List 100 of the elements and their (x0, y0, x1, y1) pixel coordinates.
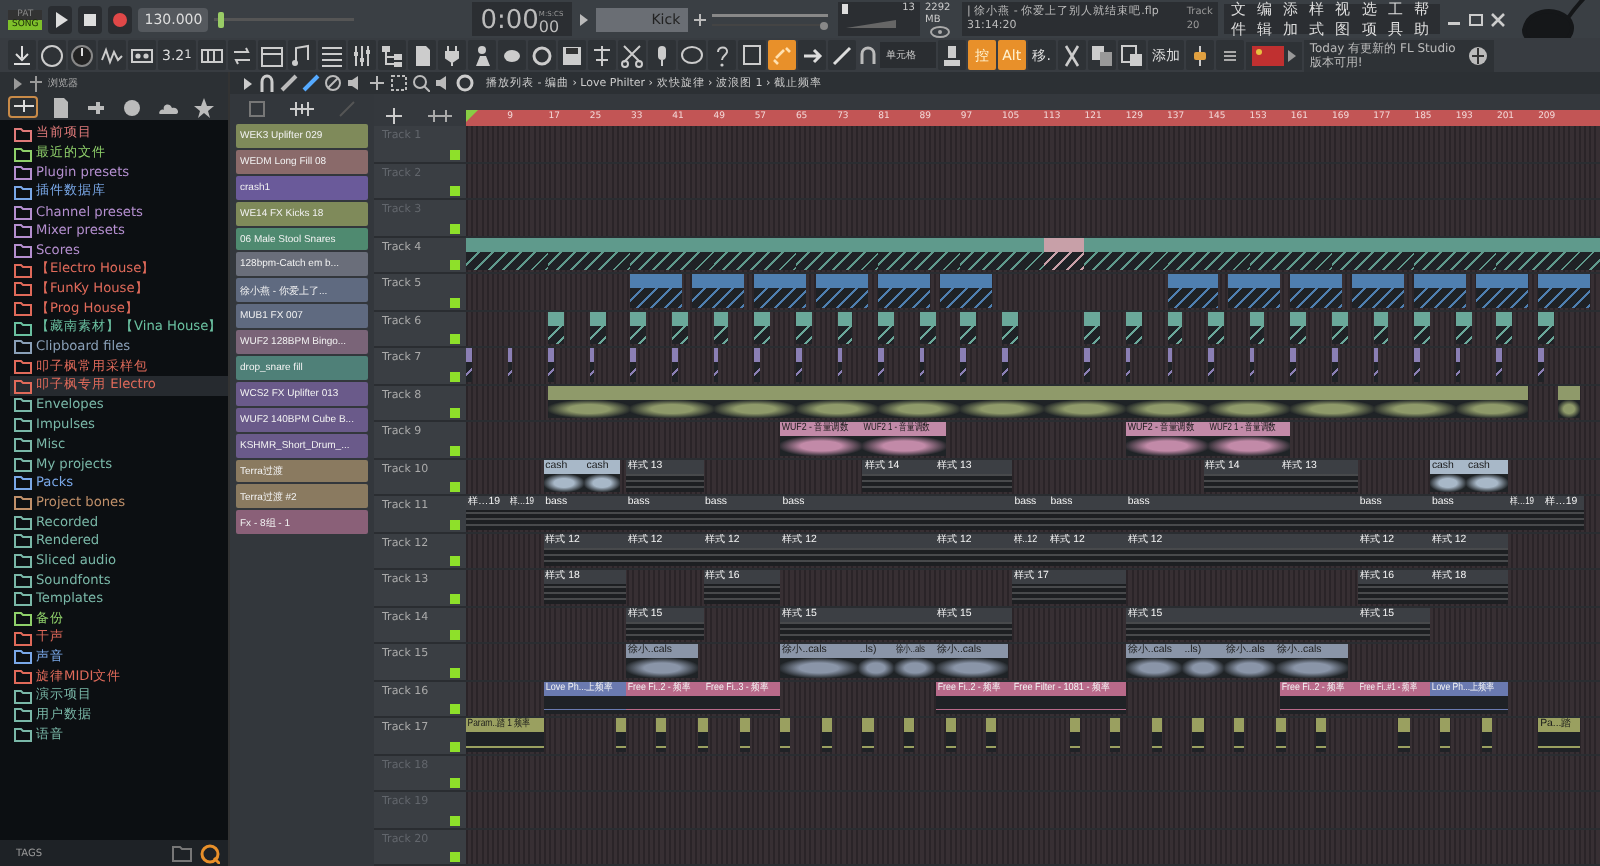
mute-icon[interactable] (324, 74, 342, 92)
led-icon[interactable] (450, 297, 460, 307)
playlist-clip[interactable] (1316, 718, 1327, 751)
led-icon[interactable] (450, 593, 460, 603)
playlist-clip[interactable] (548, 348, 554, 381)
led-icon[interactable] (450, 149, 460, 159)
playlist-clip[interactable] (630, 311, 647, 344)
selection-icon[interactable] (390, 74, 408, 92)
playlist-clip[interactable] (1249, 311, 1265, 344)
playlist-clip[interactable] (1002, 348, 1008, 381)
playlist-clip[interactable] (630, 348, 637, 381)
download-icon[interactable] (10, 43, 34, 67)
playlist-clip[interactable] (1043, 237, 1085, 270)
playlist-clip[interactable] (1290, 385, 1374, 418)
slider-icon[interactable] (214, 7, 355, 31)
playlist-clip[interactable] (1496, 311, 1513, 344)
led-icon[interactable] (450, 741, 460, 751)
playlist-clip[interactable] (1002, 311, 1018, 344)
note-icon[interactable] (289, 43, 314, 67)
close-icon[interactable] (1490, 11, 1506, 27)
playlist-clip[interactable] (986, 718, 997, 751)
playlist-clip[interactable] (1275, 718, 1286, 751)
playlist-clip[interactable] (589, 348, 595, 381)
playlist-clip[interactable] (1290, 274, 1343, 307)
star-icon[interactable] (192, 95, 217, 119)
playlist-clip[interactable] (919, 311, 936, 344)
playlist-clip[interactable] (1414, 348, 1420, 381)
playlist-clip[interactable] (507, 348, 513, 381)
arrow-icon[interactable] (12, 75, 24, 91)
magnet-icon[interactable] (258, 74, 276, 92)
playlist-clip[interactable] (1538, 274, 1590, 307)
playlist-clip[interactable] (615, 718, 626, 751)
playlist-clip[interactable] (878, 348, 884, 381)
playlist-clip[interactable] (1414, 237, 1497, 270)
arrow-icon[interactable] (799, 43, 824, 67)
flag-icon[interactable] (1251, 45, 1284, 65)
led-icon[interactable] (450, 519, 460, 529)
save-icon[interactable] (559, 43, 584, 67)
playlist-clip[interactable] (1234, 718, 1245, 751)
playlist-clip[interactable] (672, 311, 688, 344)
playlist-clip[interactable] (656, 718, 667, 751)
playlist-clip[interactable] (795, 311, 812, 344)
playlist-clip[interactable] (1208, 348, 1214, 381)
playlist-clip[interactable] (862, 718, 874, 751)
led-icon[interactable] (450, 371, 460, 381)
playlist-clip[interactable] (1373, 385, 1456, 418)
playlist-clip[interactable] (1125, 311, 1142, 344)
led-icon[interactable] (450, 815, 460, 825)
playlist-clip[interactable] (697, 718, 709, 751)
knob-icon[interactable] (70, 43, 94, 67)
playlist-clip[interactable] (1481, 718, 1492, 751)
playlist-clip[interactable] (1373, 311, 1389, 344)
waveform-icon[interactable] (100, 43, 124, 67)
playlist-clip[interactable] (837, 348, 843, 381)
scissors-icon[interactable] (619, 43, 644, 67)
playlist-clip[interactable] (548, 385, 631, 418)
playlist-clip[interactable] (1110, 718, 1121, 751)
grid-icon[interactable] (319, 43, 344, 67)
playlist-clip[interactable] (878, 237, 961, 270)
playlist-clip[interactable] (960, 385, 1044, 418)
playlist-clip[interactable] (548, 237, 631, 270)
playlist-clip[interactable] (1455, 348, 1461, 381)
playlist-clip[interactable] (1151, 718, 1162, 751)
playlist-clip[interactable] (1558, 385, 1580, 418)
stamp-icon[interactable] (939, 43, 964, 67)
playlist-clip[interactable] (1538, 311, 1554, 344)
playlist-clip[interactable] (795, 237, 879, 270)
playlist-clip[interactable] (1496, 348, 1503, 381)
playlist-clip[interactable] (940, 274, 992, 307)
playlist-clip[interactable] (960, 311, 977, 344)
playlist-clip[interactable] (960, 237, 1044, 270)
loop-icon[interactable] (229, 43, 254, 67)
playlist-clip[interactable] (1290, 311, 1307, 344)
playlist-clip[interactable] (713, 311, 729, 344)
playlist-clip[interactable] (1496, 237, 1600, 270)
playlist-clip[interactable] (692, 274, 745, 307)
playlist-clip[interactable] (1331, 237, 1415, 270)
playlist-clip[interactable] (878, 385, 961, 418)
playlist-clip[interactable] (1398, 718, 1410, 751)
tape-icon[interactable] (130, 43, 154, 67)
keyboard-icon[interactable] (199, 43, 224, 67)
marker-icon[interactable] (466, 110, 478, 122)
playlist-clip[interactable] (904, 718, 915, 751)
playlist-clip[interactable] (960, 348, 966, 381)
magnet-icon[interactable] (857, 43, 878, 67)
playlist-clip[interactable] (1125, 348, 1131, 381)
playlist-clip[interactable] (1208, 311, 1224, 344)
playlist-clip[interactable] (1352, 274, 1405, 307)
search-icon[interactable] (200, 843, 220, 863)
playlist-clip[interactable] (1414, 311, 1430, 344)
playlist-clip[interactable] (1167, 237, 1250, 270)
playlist-clip[interactable] (1455, 311, 1472, 344)
playlist-clip[interactable] (1373, 348, 1379, 381)
playlist-clip[interactable] (816, 274, 869, 307)
playlist-clip[interactable] (1069, 718, 1080, 751)
globe-icon[interactable] (1467, 45, 1488, 65)
playlist-clip[interactable] (1125, 385, 1209, 418)
playlist-clip[interactable] (1455, 385, 1528, 418)
playlist-clip[interactable] (1084, 311, 1100, 344)
mixer-icon[interactable] (349, 43, 374, 67)
